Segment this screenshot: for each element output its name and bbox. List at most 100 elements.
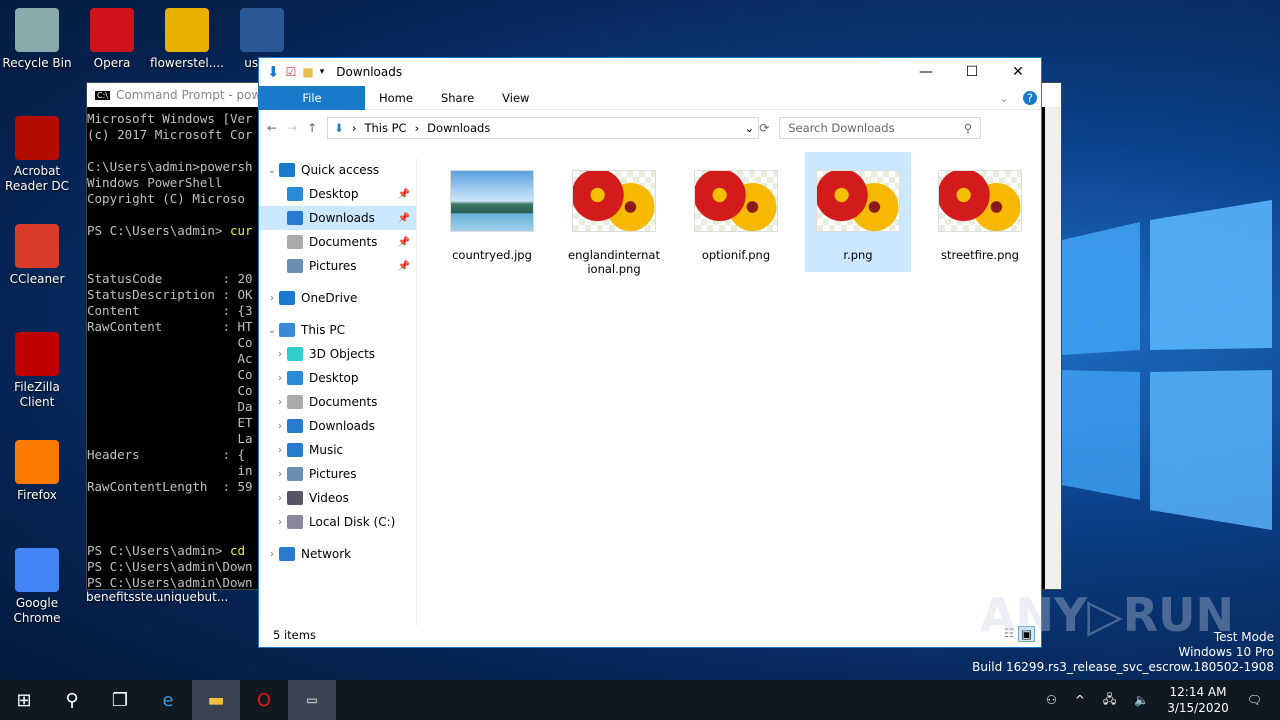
volume-icon[interactable]: 🔈 xyxy=(1134,693,1149,707)
desktop-icon-label: uniquebut... xyxy=(155,590,229,604)
show-hidden-icons[interactable]: ^ xyxy=(1075,693,1085,707)
maximize-button[interactable]: ☐ xyxy=(949,64,995,80)
chevron-right-icon[interactable]: › xyxy=(265,549,279,560)
chevron-down-icon[interactable]: ⌄ xyxy=(265,325,279,336)
nav-item-label: This PC xyxy=(301,323,345,337)
people-icon[interactable]: ⚇ xyxy=(1046,693,1057,707)
edge-taskbar-icon[interactable]: e xyxy=(144,680,192,720)
chevron-right-icon[interactable]: › xyxy=(273,493,287,504)
clock[interactable]: 12:14 AM 3/15/2020 xyxy=(1167,684,1229,716)
desktop-icon[interactable]: Recycle Bin xyxy=(0,8,74,71)
file-list: countryed.jpg englandinternational.png opt… xyxy=(429,152,1041,276)
desktop-icon[interactable]: Opera xyxy=(75,8,149,71)
downloads-icon: ⬇ xyxy=(334,121,344,135)
pin-icon[interactable]: 📌 xyxy=(398,213,410,224)
nav-item[interactable]: › 3D Objects xyxy=(259,342,416,366)
file-item[interactable]: streetfire.png xyxy=(927,152,1033,272)
desktop-icon[interactable]: benefitsste... xyxy=(86,590,164,605)
quick-access-dropdown[interactable]: ▾ xyxy=(320,67,325,77)
desktop-icon[interactable]: FileZilla Client xyxy=(0,332,74,410)
expand-ribbon-icon[interactable]: ⌄ xyxy=(985,91,1023,105)
desktop-icon-label: flowerstel.... xyxy=(150,56,224,70)
close-button[interactable]: ✕ xyxy=(995,64,1041,80)
ribbon-tab-view[interactable]: View xyxy=(488,91,543,105)
desktop-icon-label: Recycle Bin xyxy=(2,56,72,70)
nav-item-label: Documents xyxy=(309,235,378,249)
file-item[interactable]: englandinternational.png xyxy=(561,152,667,276)
desktop-icon[interactable]: Acrobat Reader DC xyxy=(0,116,74,194)
nav-item-label: Videos xyxy=(309,491,349,505)
nav-item[interactable]: Desktop 📌 xyxy=(259,182,416,206)
start-button[interactable]: ⊞ xyxy=(0,680,48,720)
pin-icon[interactable]: 📌 xyxy=(398,189,410,200)
chevron-right-icon[interactable]: › xyxy=(273,421,287,432)
chevron-right-icon[interactable]: › xyxy=(273,397,287,408)
nav-item[interactable]: Pictures 📌 xyxy=(259,254,416,278)
navigation-pane: ⌄ Quick access Desktop 📌 Downloads 📌 Documents… xyxy=(259,158,417,626)
properties-icon[interactable]: ☑ xyxy=(286,65,297,79)
nav-item[interactable]: › Local Disk (C:) xyxy=(259,510,416,534)
item-count: 5 items xyxy=(273,628,316,642)
ribbon-tab-share[interactable]: Share xyxy=(427,91,488,105)
cmd-taskbar-icon[interactable]: ▭ xyxy=(288,680,336,720)
opera-taskbar-icon[interactable]: O xyxy=(240,680,288,720)
desktop-icon[interactable]: uniquebut... xyxy=(155,590,229,605)
file-explorer-window[interactable]: ⬇ ☑ ■ ▾ Downloads — ☐ ✕ File Home Share View ⌄… xyxy=(258,57,1042,648)
desktop-icon[interactable]: flowerstel.... xyxy=(150,8,224,71)
chevron-down-icon[interactable]: ⌄ xyxy=(265,165,279,176)
nav-item[interactable]: › Desktop xyxy=(259,366,416,390)
chevron-right-icon[interactable]: › xyxy=(273,469,287,480)
desktop-icon[interactable]: CCleaner xyxy=(0,224,74,287)
back-button[interactable]: ← xyxy=(267,121,277,135)
file-item[interactable]: optionif.png xyxy=(683,152,789,272)
window-title: Downloads xyxy=(336,65,403,79)
file-explorer-taskbar-icon[interactable]: ▬ xyxy=(192,680,240,720)
desktop-icon[interactable]: Google Chrome xyxy=(0,548,74,626)
nav-item[interactable]: Downloads 📌 xyxy=(259,206,416,230)
chevron-right-icon[interactable]: › xyxy=(273,517,287,528)
file-item[interactable]: r.png xyxy=(805,152,911,272)
nav-item[interactable]: Documents 📌 xyxy=(259,230,416,254)
pin-icon[interactable]: 📌 xyxy=(398,237,410,248)
nav-item[interactable]: › Network xyxy=(259,542,416,566)
nav-item[interactable]: › Music xyxy=(259,438,416,462)
app-icon xyxy=(15,440,59,484)
scrollbar[interactable] xyxy=(1045,107,1061,589)
minimize-button[interactable]: — xyxy=(903,64,949,80)
nav-item-label: Music xyxy=(309,443,344,457)
ribbon-tab-file[interactable]: File xyxy=(259,85,365,110)
nav-item[interactable]: › Pictures xyxy=(259,462,416,486)
nav-item[interactable]: ⌄ Quick access xyxy=(259,158,416,182)
nav-item[interactable]: › OneDrive xyxy=(259,286,416,310)
search-input[interactable]: Search Downloads ⚲ xyxy=(779,117,982,139)
refresh-button[interactable]: ⟳ xyxy=(759,121,769,135)
nav-item[interactable]: › Videos xyxy=(259,486,416,510)
cmd-title: Command Prompt - powe xyxy=(115,88,269,102)
action-center-icon[interactable]: 🗨 xyxy=(1247,693,1262,707)
help-icon[interactable]: ? xyxy=(1022,90,1037,105)
new-folder-icon[interactable]: ■ xyxy=(302,65,313,79)
nav-item[interactable]: › Documents xyxy=(259,390,416,414)
breadcrumb-this-pc[interactable]: This PC xyxy=(364,121,406,135)
file-name: englandinternational.png xyxy=(568,248,660,276)
desktop-icon[interactable]: Firefox xyxy=(0,440,74,503)
breadcrumb-downloads[interactable]: Downloads xyxy=(427,121,490,135)
address-bar[interactable]: ⬇ › This PC › Downloads ⌄ xyxy=(327,117,760,139)
nav-item-label: Local Disk (C:) xyxy=(309,515,396,529)
forward-button[interactable]: → xyxy=(287,121,297,135)
chevron-right-icon[interactable]: › xyxy=(273,349,287,360)
pin-icon[interactable]: 📌 xyxy=(398,261,410,272)
chevron-right-icon[interactable]: › xyxy=(273,373,287,384)
chevron-right-icon[interactable]: › xyxy=(273,445,287,456)
up-button[interactable]: ↑ xyxy=(307,121,317,135)
search-button[interactable]: ⚲ xyxy=(48,680,96,720)
nav-item[interactable]: ⌄ This PC xyxy=(259,318,416,342)
ribbon-tab-home[interactable]: Home xyxy=(365,91,427,105)
folder-icon xyxy=(287,467,303,481)
task-view-button[interactable]: ❐ xyxy=(96,680,144,720)
network-warning-icon[interactable]: 🖧 xyxy=(1103,690,1116,711)
nav-item[interactable]: › Downloads xyxy=(259,414,416,438)
chevron-right-icon[interactable]: › xyxy=(265,293,279,304)
folder-icon xyxy=(287,491,303,505)
file-item[interactable]: countryed.jpg xyxy=(439,152,545,272)
